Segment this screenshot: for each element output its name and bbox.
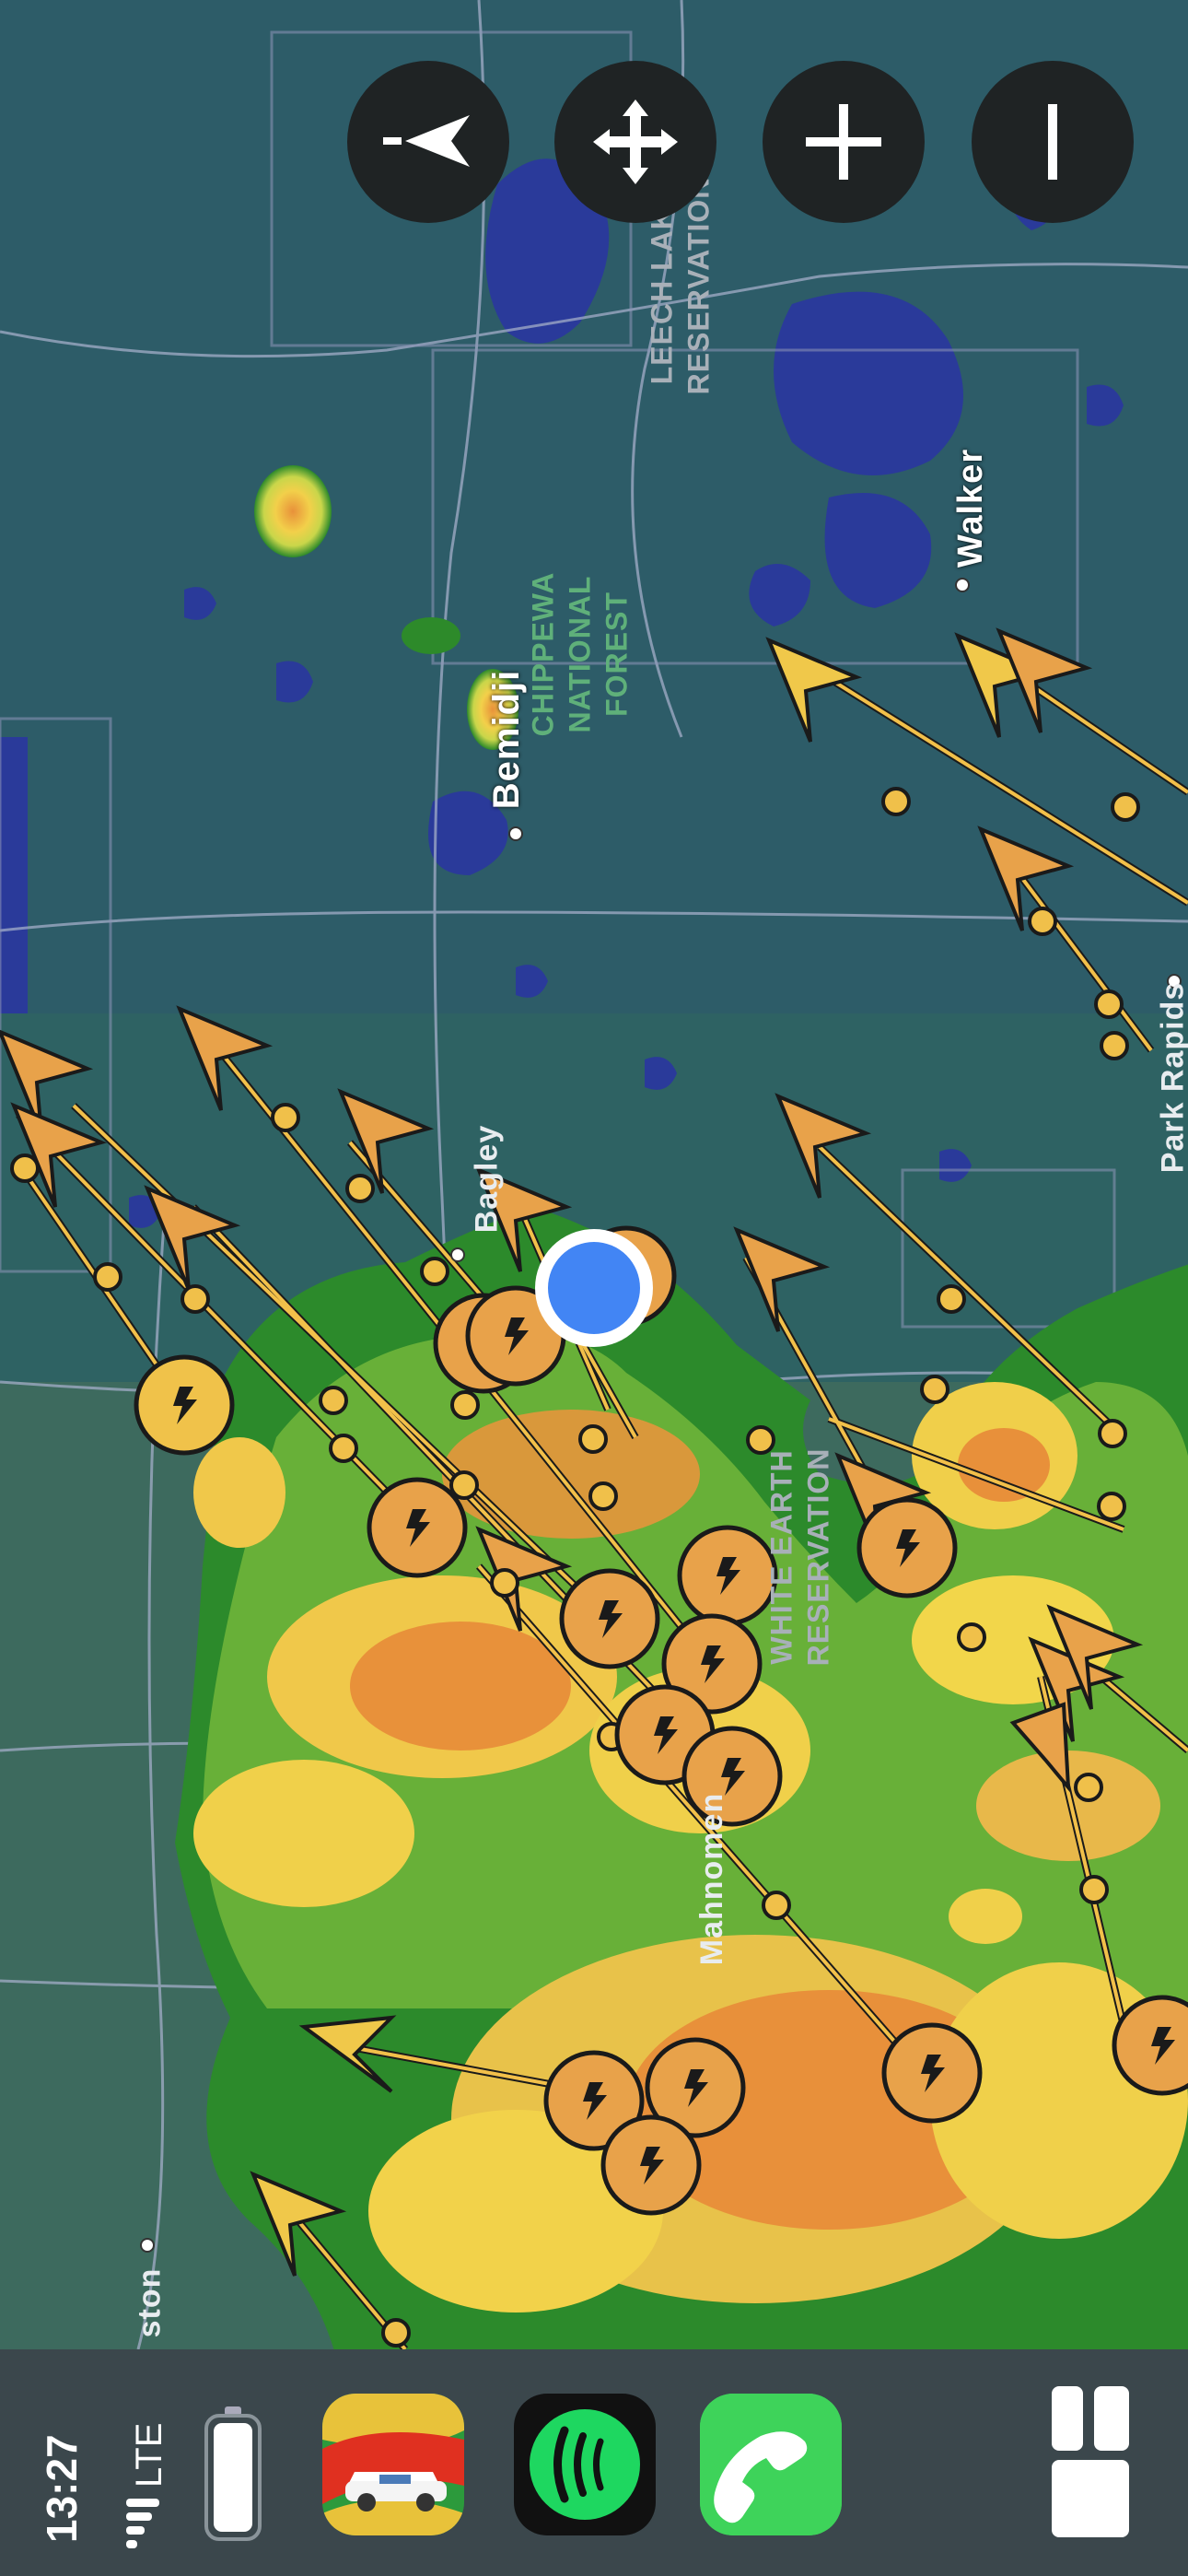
signal-bars-icon xyxy=(126,2499,159,2548)
spotify-app-icon[interactable] xyxy=(514,2394,656,2535)
map-canvas xyxy=(0,0,1188,2349)
weather-radar-app-icon[interactable] xyxy=(322,2394,464,2535)
place-label-ston: ston xyxy=(132,2267,168,2338)
zoom-in-button[interactable] xyxy=(763,61,925,223)
dashboard-toggle-icon xyxy=(1052,2386,1129,2537)
region-label-white-earth: WHITE EARTH RESERVATION xyxy=(764,1447,835,1667)
place-label-bagley: Bagley xyxy=(469,1124,505,1234)
weather-radar-map[interactable]: Bemidji Walker Bagley Park Rapids Mahnom… xyxy=(0,0,1188,2349)
zoom-in-icon xyxy=(806,104,881,180)
place-label-mahnomen: Mahnomen xyxy=(694,1792,730,1966)
zoom-out-button[interactable] xyxy=(972,61,1134,223)
dashboard-toggle-button[interactable] xyxy=(1050,2384,1133,2541)
current-location-dot xyxy=(535,1229,653,1347)
status-network: LTE xyxy=(129,2422,169,2488)
battery-icon xyxy=(204,2406,262,2541)
carplay-dock: 13:27 LTE xyxy=(0,2349,1188,2576)
place-label-walker: Walker xyxy=(951,448,991,568)
recenter-button[interactable] xyxy=(347,61,509,223)
zoom-out-icon xyxy=(1048,104,1057,180)
status-time: 13:27 xyxy=(38,2434,86,2543)
pan-icon xyxy=(593,100,678,184)
place-label-bemidji: Bemidji xyxy=(486,669,528,810)
region-label-chippewa: CHIPPEWA NATIONAL FOREST xyxy=(526,571,634,737)
place-label-park-rapids: Park Rapids xyxy=(1155,981,1188,1174)
phone-app-icon[interactable] xyxy=(700,2394,842,2535)
pan-button[interactable] xyxy=(554,61,716,223)
location-arrow-icon xyxy=(383,115,470,167)
